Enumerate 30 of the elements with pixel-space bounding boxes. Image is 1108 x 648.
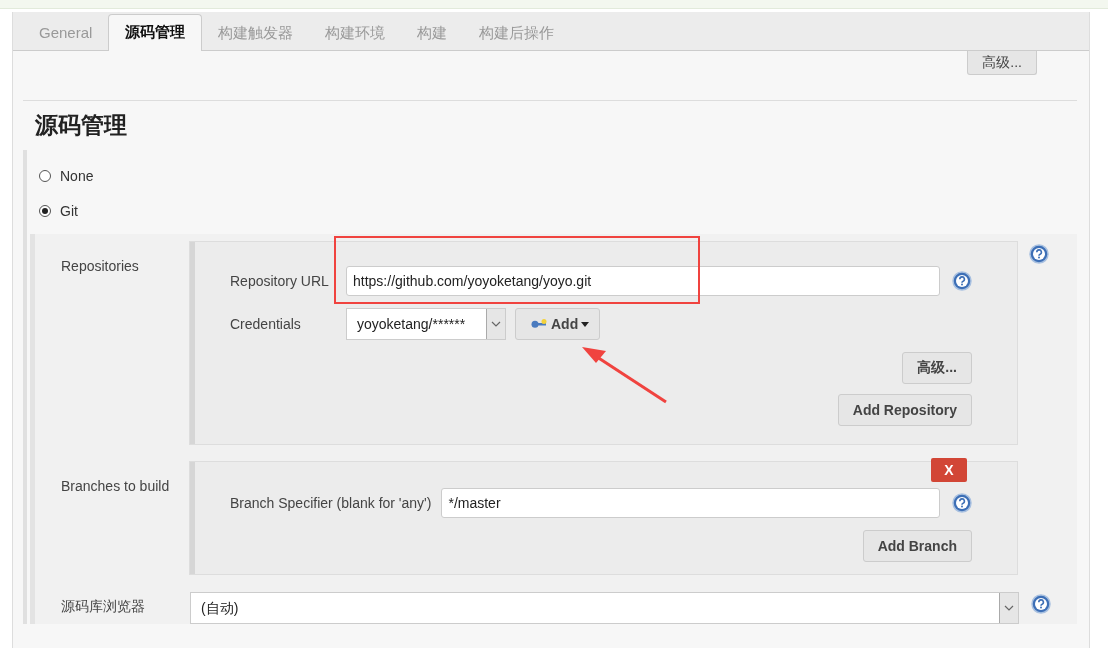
advanced-button[interactable]: 高级... <box>967 51 1037 75</box>
section-title: 源码管理 <box>34 111 128 140</box>
field-label: Repositories <box>60 257 140 274</box>
radio-button[interactable] <box>39 169 51 182</box>
chevron-icon <box>1004 605 1014 611</box>
key-icon <box>530 319 548 329</box>
field-label: Repository URL <box>230 273 330 289</box>
tab[interactable]: 源码管理 <box>108 14 203 51</box>
field-label: Branch Specifier (blank for 'any') <box>230 495 432 511</box>
branch-specifier-field[interactable]: */master <box>441 488 940 518</box>
field-label: Branches to build <box>60 477 171 494</box>
add-branch-button[interactable]: Add Branch <box>862 530 972 562</box>
repository-browser-dropdown[interactable]: (自动) <box>190 592 1019 624</box>
radio-label: Git <box>60 202 78 219</box>
help-icon[interactable] <box>1031 594 1051 614</box>
help-icon[interactable] <box>952 493 972 513</box>
radio-button[interactable] <box>39 204 51 217</box>
help-icon[interactable] <box>1029 244 1049 264</box>
repository-url-field[interactable]: https://github.com/yoyoketang/yoyo.git <box>346 266 940 296</box>
add-button[interactable]: Add <box>515 308 601 340</box>
credentials-dropdown[interactable]: yoyoketang/****** <box>346 308 506 340</box>
help-icon[interactable] <box>952 271 972 291</box>
advanced-button[interactable]: 高级... <box>902 352 972 384</box>
delete-button[interactable]: X <box>931 458 967 482</box>
radio-label: None <box>60 167 94 184</box>
field-label: 源码库浏览器 <box>60 597 146 616</box>
dropdown-arrow-icon <box>581 321 590 327</box>
chevron-icon <box>491 321 501 327</box>
field-label: Credentials <box>230 316 302 332</box>
add-repository-button[interactable]: Add Repository <box>837 394 972 426</box>
